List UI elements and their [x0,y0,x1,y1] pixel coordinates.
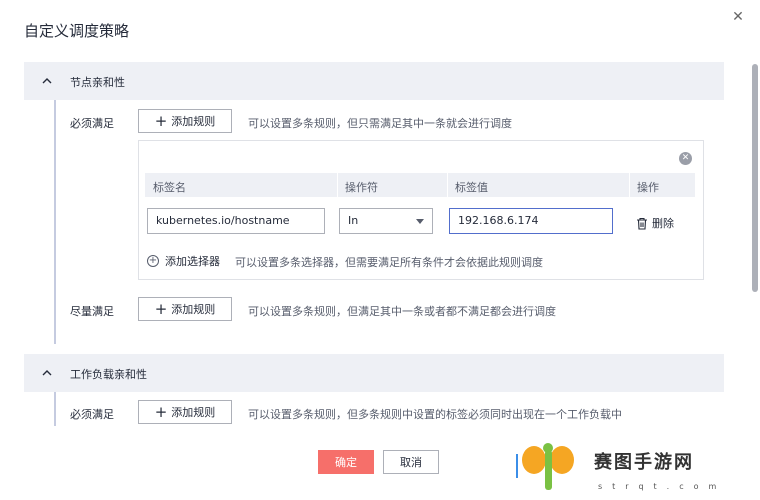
dialog-content: 节点亲和性 必须满足 + 添加规则 可以设置多条规则，但只需满足其中一条就会进行… [24,62,726,426]
plus-icon: + [154,299,168,318]
watermark-text: 赛图手游网 [594,452,694,473]
add-selector-button[interactable]: + 添加选择器 [147,253,220,269]
preferred-label: 尽量满足 [70,305,114,318]
add-rule-label: 添加规则 [171,115,216,128]
remove-rule-icon[interactable]: ✕ [679,152,692,165]
required-hint: 可以设置多条规则，但只需满足其中一条就会进行调度 [248,117,512,130]
section-header-workload-affinity[interactable]: 工作负载亲和性 [24,354,724,392]
section-header-node-affinity[interactable]: 节点亲和性 [24,62,724,100]
column-header-action: 操作 [637,181,659,194]
label-value-input[interactable]: 192.168.6.174 [449,208,613,234]
dialog-title: 自定义调度策略 [24,22,130,40]
operator-select[interactable]: In [339,208,433,234]
cancel-button[interactable]: 取消 [383,450,439,474]
preferred-hint: 可以设置多条规则，但满足其中一条或者都不满足都会进行调度 [248,305,556,318]
label-name-input[interactable]: kubernetes.io/hostname [147,208,325,234]
rule-box: ✕ 标签名 操作符 标签值 操作 kubernetes.io/hostname … [138,140,704,280]
caret-down-icon [416,219,424,224]
add-selector-hint: 可以设置多条选择器，但需要满足所有条件才会依据此规则调度 [235,256,543,269]
watermark-logo-icon [516,443,574,490]
node-affinity-body: 必须满足 + 添加规则 可以设置多条规则，但只需满足其中一条就会进行调度 ✕ 标… [54,100,724,344]
add-workload-rule-button[interactable]: + 添加规则 [138,400,232,424]
column-header-operator: 操作符 [345,181,378,194]
workload-affinity-body: 必须满足 + 添加规则 可以设置多条规则，但多条规则中设置的标签必须同时出现在一… [54,392,724,426]
selector-table-header: 标签名 操作符 标签值 操作 [145,173,695,197]
trash-icon [637,217,647,230]
scrollbar[interactable] [752,64,758,292]
required-label: 必须满足 [70,117,114,130]
schedule-policy-dialog: 自定义调度策略 ✕ 节点亲和性 必须满足 + 添加规则 可以设置多条规则，但只需… [0,0,760,500]
add-rule-label: 添加规则 [171,406,216,419]
operator-value: In [348,214,359,227]
column-header-label-value: 标签值 [455,181,488,194]
add-preferred-rule-button[interactable]: + 添加规则 [138,297,232,321]
section-title: 节点亲和性 [70,76,125,89]
add-selector-label: 添加选择器 [165,255,220,268]
add-rule-button[interactable]: + 添加规则 [138,109,232,133]
delete-selector-button[interactable]: 删除 [636,215,674,231]
chevron-up-icon [42,78,52,84]
chevron-up-icon [42,370,52,376]
confirm-button[interactable]: 确定 [318,450,374,474]
add-rule-label: 添加规则 [171,303,216,316]
plus-icon: + [154,111,168,130]
section-title: 工作负载亲和性 [70,368,147,381]
plus-icon: + [154,402,168,421]
plus-circle-icon: + [147,255,159,267]
workload-required-hint: 可以设置多条规则，但多条规则中设置的标签必须同时出现在一个工作负载中 [248,408,622,421]
delete-label: 删除 [652,217,674,230]
column-header-label-name: 标签名 [153,181,186,194]
watermark-sub: strqt.com [598,482,727,491]
watermark: 赛图手游网 strqt.com [514,440,760,500]
workload-required-label: 必须满足 [70,408,114,421]
close-icon[interactable]: ✕ [730,9,746,25]
